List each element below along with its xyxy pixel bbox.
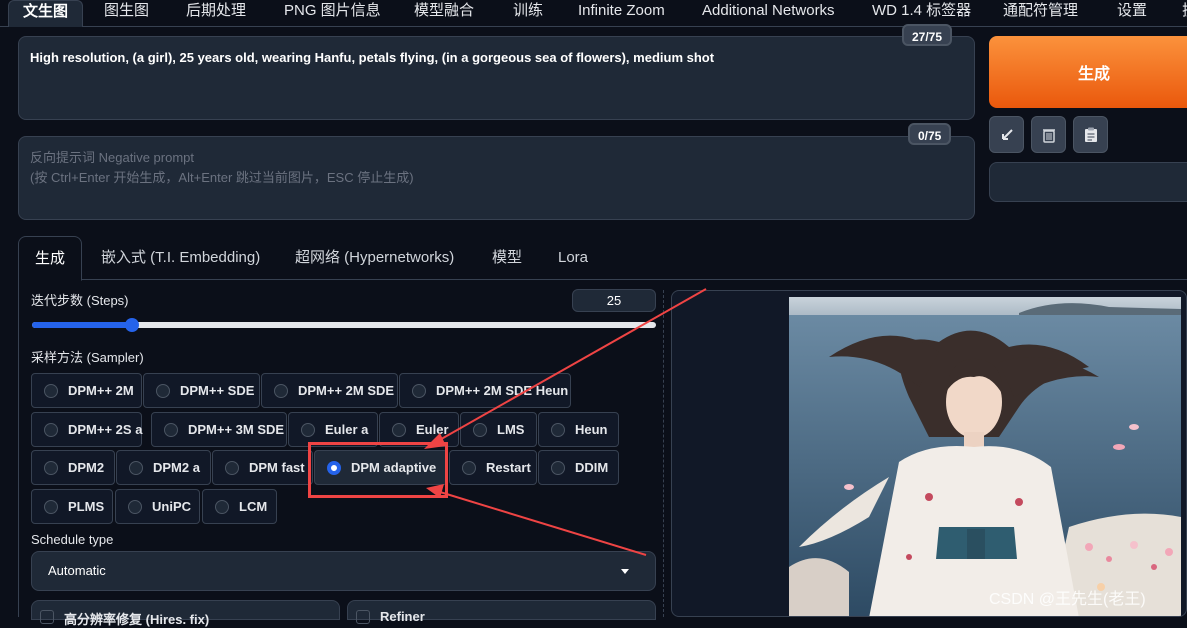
annotation-arrows xyxy=(424,288,707,556)
annotation-arrow-line xyxy=(439,491,647,556)
annotation-arrowhead-icon xyxy=(424,433,446,449)
annotation-arrow-line xyxy=(435,288,707,443)
annotation-arrowhead-icon xyxy=(426,484,444,498)
